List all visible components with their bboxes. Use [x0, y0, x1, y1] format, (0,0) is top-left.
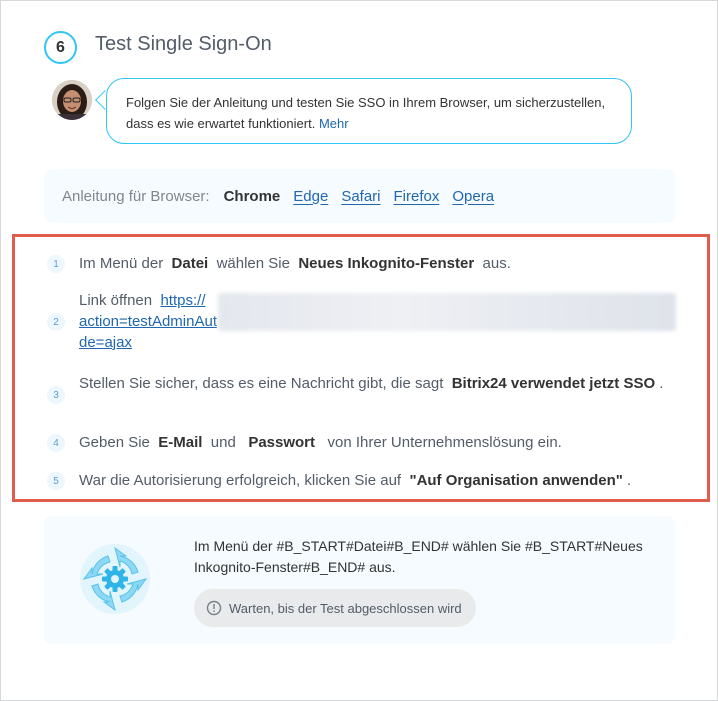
step-number: 5	[47, 472, 65, 490]
test-link-cont[interactable]: action=testAdminAut	[79, 313, 217, 330]
step-text: Stellen Sie sicher, dass es eine Nachric…	[79, 375, 664, 392]
step-number: 3	[47, 386, 65, 404]
info-icon	[206, 600, 222, 616]
step-text: Geben Sie E-Mail und Passwort von Ihrer …	[79, 434, 562, 451]
browser-option-firefox[interactable]: Firefox	[394, 188, 440, 205]
browser-selector-label: Anleitung für Browser:	[62, 187, 210, 205]
browser-option-edge[interactable]: Edge	[293, 188, 328, 205]
step-number-badge: 6	[44, 31, 77, 64]
browser-option-chrome[interactable]: Chrome	[224, 188, 281, 205]
test-link[interactable]: https://	[160, 292, 205, 309]
sync-gear-icon	[78, 542, 152, 616]
step-title: Test Single Sign-On	[95, 33, 272, 55]
step-number: 2	[47, 313, 65, 331]
browser-option-safari[interactable]: Safari	[341, 188, 380, 205]
wait-status-text: Warten, bis der Test abgeschlossen wird	[229, 600, 462, 616]
more-link[interactable]: Mehr	[319, 116, 349, 131]
browser-option-opera[interactable]: Opera	[452, 188, 494, 205]
test-link-end[interactable]: de=ajax	[79, 334, 132, 351]
browser-selector: Anleitung für Browser: Chrome Edge Safar…	[44, 169, 675, 223]
step-text: War die Autorisierung erfolgreich, klick…	[79, 472, 632, 489]
step-text: Im Menü der Datei wählen Sie Neues Inkog…	[79, 255, 511, 272]
step-number: 1	[47, 255, 65, 273]
redacted-url	[218, 293, 676, 331]
progress-instruction: Im Menü der #B_START#Datei#B_END# wählen…	[194, 538, 643, 575]
hint-bubble: Folgen Sie der Anleitung und testen Sie …	[106, 78, 632, 144]
avatar	[52, 80, 92, 120]
instructions-panel: 1 Im Menü der Datei wählen Sie Neues Ink…	[12, 234, 710, 502]
wait-status: Warten, bis der Test abgeschlossen wird	[194, 589, 476, 627]
test-progress-card: Im Menü der #B_START#Datei#B_END# wählen…	[44, 516, 675, 644]
hint-text: Folgen Sie der Anleitung und testen Sie …	[126, 95, 606, 131]
step-number: 4	[47, 434, 65, 452]
